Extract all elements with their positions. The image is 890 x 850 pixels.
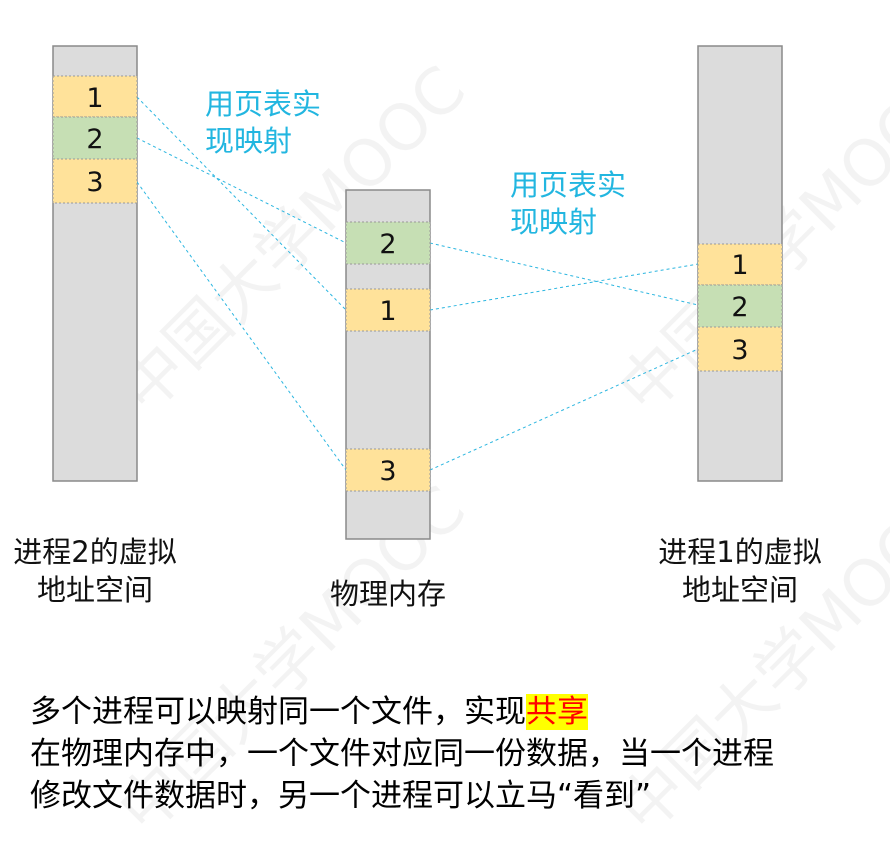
mapping-label-line: 用页表实 (510, 168, 627, 202)
explanation-text: 多个进程可以映射同一个文件，实现共享 在物理内存中，一个文件对应同一份数据，当一… (30, 691, 885, 817)
mapping-label-line: 现映射 (510, 205, 598, 239)
caption-line: 物理内存 (329, 577, 446, 611)
mapping-line (429, 263, 699, 311)
mapping-label-right: 用页表实 现映射 (510, 167, 626, 241)
caption-line: 进程1的虚拟 (658, 535, 822, 569)
mapping-line (136, 181, 347, 471)
explanation-line-2: 在物理内存中，一个文件对应同一份数据，当一个进程 (30, 736, 774, 772)
explanation-line-3: 修改文件数据时，另一个进程可以立马“看到” (30, 778, 652, 814)
mapping-line (429, 348, 699, 471)
process1-pages: 1 2 3 (697, 243, 783, 372)
page-number: 2 (731, 292, 748, 323)
caption-line: 进程2的虚拟 (13, 535, 177, 569)
mapping-line (429, 242, 699, 306)
shared-highlight: 共享 (526, 694, 588, 730)
process2-caption: 进程2的虚拟 地址空间 (0, 533, 190, 609)
page-number: 3 (379, 456, 396, 487)
mapping-label-left: 用页表实 现映射 (205, 86, 321, 160)
page-number: 1 (86, 83, 103, 114)
page-number: 2 (86, 124, 103, 155)
explanation-line-1: 多个进程可以映射同一个文件，实现共享 (30, 691, 885, 733)
physical-memory-caption: 物理内存 (318, 575, 458, 613)
explanation-prefix: 多个进程可以映射同一个文件，实现 (30, 694, 526, 730)
page-number: 3 (86, 167, 103, 198)
page-number: 3 (731, 335, 748, 366)
process1-caption: 进程1的虚拟 地址空间 (645, 533, 835, 609)
page-number: 1 (731, 250, 748, 281)
mapping-label-line: 现映射 (205, 124, 293, 158)
process2-pages: 1 2 3 (52, 75, 138, 204)
page-number: 1 (379, 296, 396, 327)
caption-line: 地址空间 (681, 573, 798, 607)
caption-line: 地址空间 (36, 573, 153, 607)
page-number: 2 (379, 229, 396, 260)
mapping-label-line: 用页表实 (205, 87, 322, 121)
